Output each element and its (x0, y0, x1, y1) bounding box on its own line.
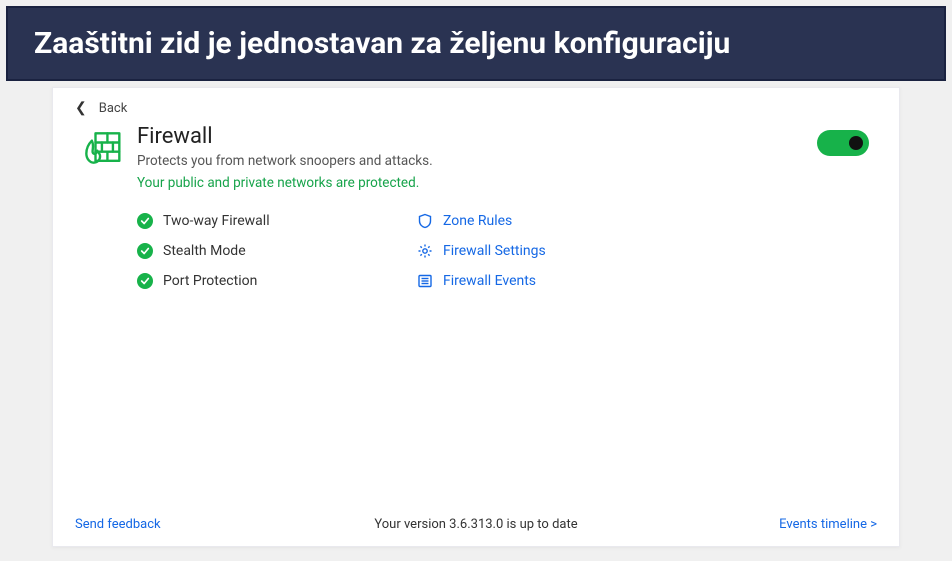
firewall-window: ❮ Back Firewall Protects you from networ… (52, 87, 900, 547)
gear-icon (417, 243, 433, 259)
window-footer: Send feedback Your version 3.6.313.0 is … (53, 505, 899, 546)
back-label: Back (99, 101, 128, 116)
caption-banner: Zaaštitni zid je jednostavan za željenu … (6, 6, 946, 81)
zone-rules-link[interactable]: Zone Rules (417, 213, 657, 229)
links-column: Zone Rules Firewall Settings Firewall Ev… (417, 213, 657, 289)
list-icon (417, 273, 433, 289)
toggle-knob (849, 136, 863, 150)
link-label: Zone Rules (443, 213, 512, 229)
feature-column: Two-way Firewall Stealth Mode Port Prote… (137, 213, 377, 289)
check-icon (137, 243, 153, 259)
check-icon (137, 273, 153, 289)
feature-item: Stealth Mode (137, 243, 377, 259)
feature-item: Two-way Firewall (137, 213, 377, 229)
link-label: Firewall Settings (443, 243, 546, 259)
send-feedback-link[interactable]: Send feedback (75, 517, 161, 532)
page-header: Firewall Protects you from network snoop… (53, 116, 899, 195)
shield-icon (417, 213, 433, 229)
content-columns: Two-way Firewall Stealth Mode Port Prote… (53, 195, 899, 289)
check-icon (137, 213, 153, 229)
caption-text: Zaaštitni zid je jednostavan za željenu … (34, 26, 730, 61)
firewall-events-link[interactable]: Firewall Events (417, 273, 657, 289)
feature-label: Stealth Mode (163, 243, 246, 259)
protection-status: Your public and private networks are pro… (137, 175, 817, 191)
link-label: Firewall Events (443, 273, 536, 289)
firewall-toggle[interactable] (817, 130, 869, 156)
feature-label: Two-way Firewall (163, 213, 270, 229)
page-subtitle: Protects you from network snoopers and a… (137, 153, 817, 169)
feature-item: Port Protection (137, 273, 377, 289)
back-button[interactable]: ❮ Back (53, 88, 899, 116)
feature-label: Port Protection (163, 273, 257, 289)
events-timeline-link[interactable]: Events timeline > (779, 517, 877, 532)
chevron-left-icon: ❮ (75, 100, 87, 116)
firewall-icon (79, 126, 123, 170)
firewall-settings-link[interactable]: Firewall Settings (417, 243, 657, 259)
page-title: Firewall (137, 124, 817, 149)
title-block: Firewall Protects you from network snoop… (137, 124, 817, 191)
version-status: Your version 3.6.313.0 is up to date (374, 517, 577, 532)
